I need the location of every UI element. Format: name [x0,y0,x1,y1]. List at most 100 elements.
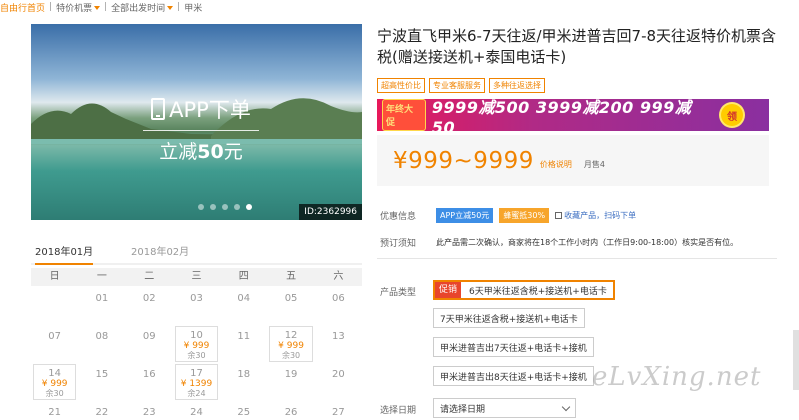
carousel-dot[interactable] [210,204,216,210]
divider [143,130,259,131]
feature-tag: 超高性价比 [377,78,425,93]
breadcrumb-home-link[interactable]: 自由行首页 [0,1,45,14]
calendar-day: 11 [220,325,267,363]
calendar-day-number: 04 [237,293,251,304]
weekday-label: 三 [191,271,202,282]
scrollbar[interactable] [793,330,799,390]
calendar-day-remaining: 余24 [187,389,206,398]
chevron-down-icon [561,402,571,411]
tab-month-jan[interactable]: 2018年01月 [35,245,94,265]
app-promo-prefix: 立减 [159,141,198,163]
product-image-carousel[interactable]: APP下单 立减50元 ID:2362996 [31,24,362,220]
calendar-day-available[interactable]: 14 ¥ 999 余30 [33,364,77,400]
carousel-dots [198,204,252,210]
app-discount-badge: APP立减50元 [436,208,494,223]
product-option[interactable]: 甲米进普吉出8天往返+电话卡+接机 [433,366,594,386]
calendar-day-price: ¥ 999 [183,341,210,351]
calendar-day [31,287,78,325]
calendar-day-number: 24 [190,407,203,418]
calendar-day-price: ¥ 1399 [180,379,213,389]
breadcrumb: 自由行首页 | 特价机票 | 全部出发时间 | 甲米 [0,0,370,14]
date-select-label: 选择日期 [380,406,417,416]
calendar-day-number: 13 [331,331,345,342]
product-option[interactable]: 甲米进普吉出7天往返+电话卡+接机 [433,337,594,357]
promo-banner-text: 9999减500 3999减200 999减50 [431,99,692,131]
calendar-day-available[interactable]: 17 ¥ 1399 余24 [174,364,219,400]
calendar-day: 08 [78,325,125,363]
calendar-day-number: 17 [190,368,203,379]
calendar-day: 04 [220,287,267,325]
product-title: 宁波直飞甲米6-7天往返/甲米进普吉回7-8天往返特价机票含税(赠送接送机+泰国… [377,27,777,66]
calendar-day: 23 [126,401,173,420]
app-promo-overlay: APP下单 立减50元 [139,94,263,164]
calendar-day-available[interactable]: 10 ¥ 999 余30 [174,326,219,362]
calendar-day: 18 [220,363,267,401]
notice-label: 预订须知 [380,239,417,249]
calendar-day-number: 05 [284,293,298,304]
carousel-dot[interactable] [198,204,204,210]
breadcrumb-cat2-dropdown[interactable]: 全部出发时间 [111,1,174,14]
app-promo-suffix: 元 [223,141,243,163]
calendar-grid: 01 02 03 04 05 06 07 08 09 10 ¥ 999 余30 11 12 ¥ 999 余30… [31,287,362,420]
notice-text: 此产品需二次确认，商家将在18个工作小时内（工作日9:00-18:00）核实是否… [436,238,739,247]
image-id-label: ID:2362996 [299,204,362,220]
calendar-day-remaining: 余30 [45,389,64,398]
calendar-day-number: 16 [142,369,156,380]
calendar-day-number: 27 [331,407,345,418]
date-select-dropdown[interactable]: 请选择日期 [433,398,576,418]
calendar-day-number: 11 [237,331,251,342]
calendar-day: 22 [78,401,125,420]
calendar-day: 16 [126,363,173,401]
triangle-down-icon [167,6,174,10]
calendar-day-number: 06 [331,293,345,304]
feature-tag: 多种往返选择 [489,78,545,93]
calendar-day: 24 [173,401,220,420]
honey-discount-badge: 蜂蜜抵30% [499,208,550,223]
coupon-collect-icon[interactable]: 领 [719,102,745,128]
calendar-day-number: 19 [284,369,298,380]
weekday-label: 六 [333,271,344,282]
product-option-selected[interactable]: 促销 6天甲米往返含税+接送机+电话卡 [433,280,615,300]
calendar-month-tabs: 2018年01月 2018年02月 [31,245,362,265]
notice-row: 预订须知 此产品需二次确认，商家将在18个工作小时内（工作日9:00-18:00… [380,236,738,249]
breadcrumb-separator: | [177,2,181,12]
weekday-label: 日 [49,271,60,282]
breadcrumb-separator: | [49,2,53,12]
breadcrumb-cat2-label: 全部出发时间 [111,3,166,14]
app-promo-line2: 立减50元 [139,137,263,164]
calendar-day: 26 [267,401,314,420]
calendar-day: 27 [315,401,362,420]
product-option-label: 6天甲米往返含税+接送机+电话卡 [469,286,607,297]
app-promo-text: APP下单 [169,98,251,122]
breadcrumb-cat1-dropdown[interactable]: 特价机票 [56,1,101,14]
calendar-day: 19 [267,363,314,401]
breadcrumb-cat1-label: 特价机票 [56,3,93,14]
weekday-label: 四 [238,271,249,282]
promo-badge: 年终大促 [382,99,426,131]
calendar-day: 07 [31,325,78,363]
collect-scan-text: 收藏产品，扫码下单 [564,211,637,220]
calendar-day-number: 02 [142,293,156,304]
calendar-day: 25 [220,401,267,420]
calendar-day: 21 [31,401,78,420]
tab-month-feb[interactable]: 2018年02月 [131,245,189,265]
carousel-dot[interactable] [234,204,240,210]
weekday-label: 一 [96,271,107,282]
calendar-day-remaining: 余30 [281,351,301,360]
product-option[interactable]: 7天甲米往返含税+接送机+电话卡 [433,308,585,328]
calendar-day-number: 07 [48,331,61,342]
carousel-dot[interactable] [222,204,228,210]
calendar-day: 20 [315,363,362,401]
calendar-day-number: 25 [237,407,251,418]
collect-scan-link[interactable]: 收藏产品，扫码下单 [555,210,636,221]
calendar-day: 15 [78,363,125,401]
promo-banner[interactable]: 年终大促 9999减500 3999减200 999减50 领 [377,99,769,131]
divider [377,258,777,259]
site-watermark: eLvXing.net [592,362,762,392]
calendar-day-available[interactable]: 12 ¥ 999 余30 [269,326,313,362]
carousel-dot-active[interactable] [246,204,252,210]
weekday-label: 二 [144,271,155,282]
price-explain-link[interactable]: 价格说明 [540,159,572,170]
offers-row: 优惠信息 APP立减50元 蜂蜜抵30% 收藏产品，扫码下单 [380,208,636,223]
calendar-day-number: 22 [95,407,109,418]
